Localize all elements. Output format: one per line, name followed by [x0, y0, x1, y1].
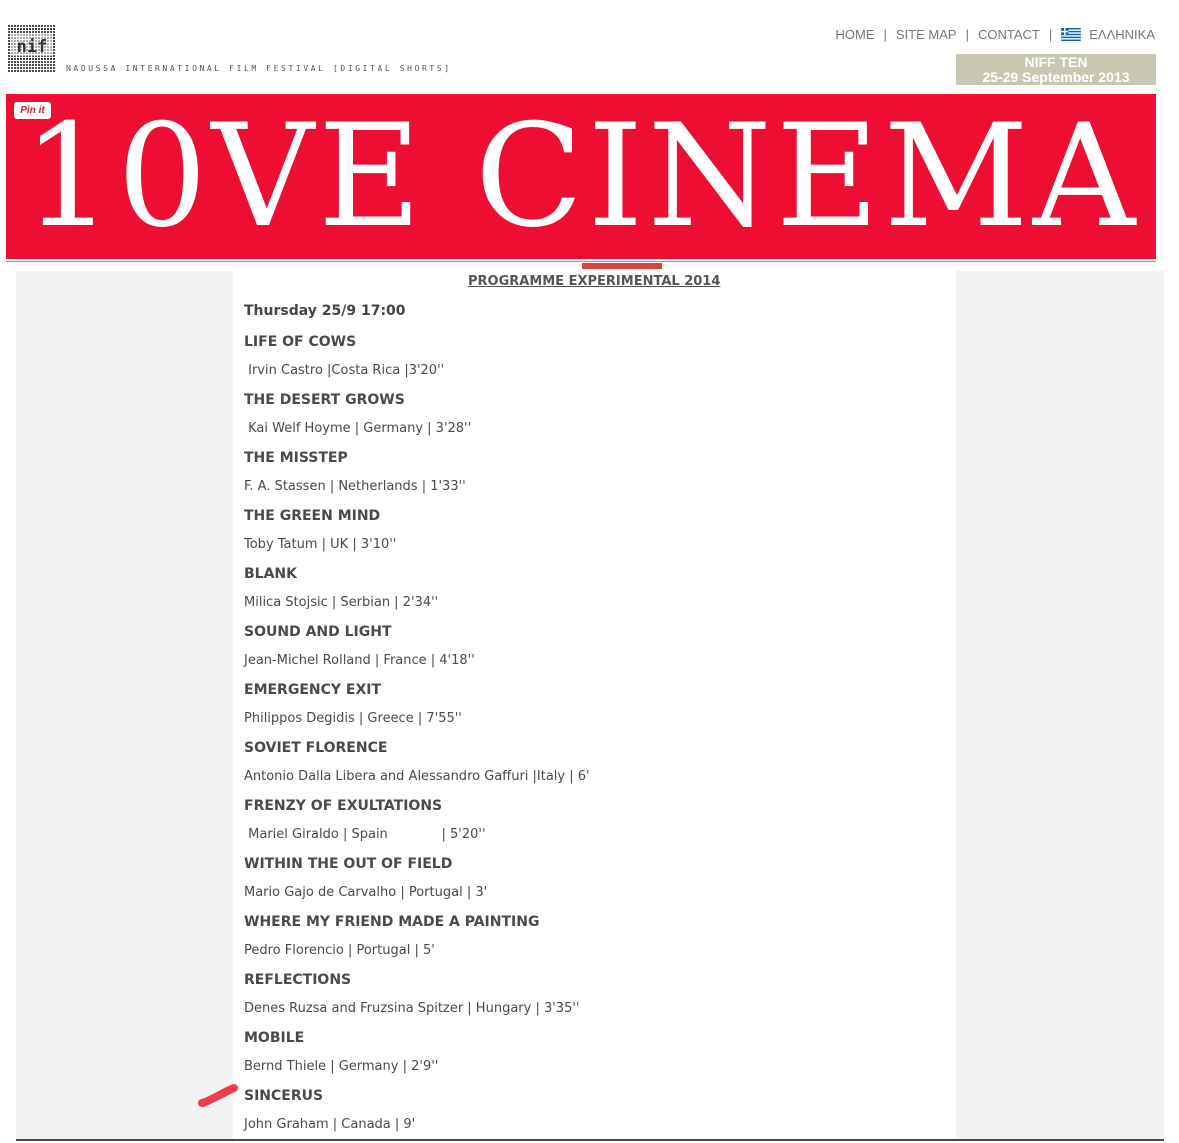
- film-title: THE MISSTEP: [244, 450, 348, 466]
- nav-separator: |: [1048, 27, 1053, 42]
- film-entry: WHERE MY FRIEND MADE A PAINTING Pedro Flo…: [244, 912, 539, 961]
- film-entry: LIFE OF COWS Irvin Castro |Costa Rica |3…: [244, 332, 444, 381]
- film-entry: BLANK Milica Stojsic | Serbian | 2'34'': [244, 564, 438, 613]
- film-credits: Denes Ruzsa and Fruzsina Spitzer | Hunga…: [244, 1001, 580, 1016]
- film-credits: Toby Tatum | UK | 3'10'': [244, 537, 397, 552]
- hero-banner: 10VE CINEMA Pin it: [6, 94, 1156, 259]
- film-credits: F. A. Stassen | Netherlands | 1'33'': [244, 479, 466, 494]
- film-title: WITHIN THE OUT OF FIELD: [244, 856, 453, 872]
- film-entry: THE DESERT GROWS Kai Welf Hoyme | German…: [244, 390, 471, 439]
- film-credits: Kai Welf Hoyme | Germany | 3'28'': [244, 421, 472, 436]
- film-title: EMERGENCY EXIT: [244, 682, 382, 698]
- top-navigation: HOME | SITE MAP | CONTACT | ΕΛΛΗΝΙΚΑ: [835, 27, 1155, 42]
- film-title: MOBILE: [244, 1030, 305, 1046]
- nav-site-map[interactable]: SITE MAP: [896, 27, 957, 42]
- film-entry: SOVIET FLORENCE Antonio Dalla Libera and …: [244, 738, 590, 787]
- film-entry: WITHIN THE OUT OF FIELD Mario Gajo de Car…: [244, 854, 487, 903]
- film-credits: Antonio Dalla Libera and Alessandro Gaff…: [244, 769, 590, 784]
- film-title: FRENZY OF EXULTATIONS: [244, 798, 443, 814]
- right-sidebar: [956, 271, 1164, 1139]
- nav-separator: |: [883, 27, 887, 42]
- screening-day: Thursday 25/9 17:00: [244, 303, 406, 319]
- film-title: LIFE OF COWS: [244, 334, 357, 350]
- film-entry: SINCERUS John Graham | Canada | 9': [244, 1086, 415, 1135]
- badge-line-1: NIFF TEN: [1024, 54, 1088, 70]
- programme-title[interactable]: PROGRAMME EXPERIMENTAL 2014: [468, 274, 720, 289]
- film-title: SINCERUS: [244, 1088, 324, 1104]
- film-entry: REFLECTIONS Denes Ruzsa and Fruzsina Spit…: [244, 970, 580, 1019]
- nav-contact[interactable]: CONTACT: [978, 27, 1040, 42]
- film-entry: MOBILE Bernd Thiele | Germany | 2'9'': [244, 1028, 438, 1077]
- film-title: SOVIET FLORENCE: [244, 740, 388, 756]
- svg-text:nif: nif: [17, 37, 48, 57]
- film-entry: SOUND AND LIGHT Jean-Michel Rolland | Fra…: [244, 622, 475, 671]
- film-credits: Mariel Giraldo | Spain | 5'20'': [244, 827, 486, 842]
- film-title: REFLECTIONS: [244, 972, 352, 988]
- pinit-button[interactable]: Pin it: [14, 102, 51, 119]
- film-credits: Irvin Castro |Costa Rica |3'20'': [244, 363, 445, 378]
- niff-logo[interactable]: nif: [8, 25, 56, 73]
- film-credits: John Graham | Canada | 9': [244, 1117, 416, 1132]
- film-credits: Bernd Thiele | Germany | 2'9'': [244, 1059, 439, 1074]
- nav-separator: |: [965, 27, 969, 42]
- film-title: SOUND AND LIGHT: [244, 624, 392, 640]
- film-credits: Milica Stojsic | Serbian | 2'34'': [244, 595, 439, 610]
- left-sidebar: [16, 271, 233, 1139]
- header-divider: [6, 261, 1156, 262]
- greek-flag-icon[interactable]: [1061, 28, 1081, 41]
- film-credits: Pedro Florencio | Portugal | 5': [244, 943, 435, 958]
- film-title: THE GREEN MIND: [244, 508, 381, 524]
- film-title: BLANK: [244, 566, 297, 582]
- red-marker-stroke: [198, 1084, 238, 1107]
- film-credits: Philippos Degidis | Greece | 7'55'': [244, 711, 462, 726]
- accent-bar: [582, 263, 662, 269]
- film-credits: Jean-Michel Rolland | France | 4'18'': [244, 653, 475, 668]
- badge-line-2: 25-29 September 2013: [982, 69, 1130, 85]
- nav-home[interactable]: HOME: [835, 27, 874, 42]
- niff-logo-icon: nif: [8, 25, 56, 73]
- banner-title: 10VE CINEMA: [22, 94, 1140, 259]
- film-entry: THE MISSTEP F. A. Stassen | Netherlands |…: [244, 448, 466, 497]
- film-credits: Mario Gajo de Carvalho | Portugal | 3': [244, 885, 488, 900]
- film-entry: EMERGENCY EXIT Philippos Degidis | Greece…: [244, 680, 462, 729]
- nav-greek-language[interactable]: ΕΛΛΗΝΙΚΑ: [1089, 27, 1155, 42]
- niff-ten-badge[interactable]: NIFF TEN 25-29 September 2013: [956, 54, 1156, 85]
- film-entry: THE GREEN MIND Toby Tatum | UK | 3'10'': [244, 506, 396, 555]
- film-title: THE DESERT GROWS: [244, 392, 405, 408]
- festival-tagline: NAOUSSA INTERNATIONAL FILM FESTIVAL [DIG…: [66, 64, 452, 73]
- footer-divider: [16, 1139, 1164, 1141]
- film-entry: FRENZY OF EXULTATIONS Mariel Giraldo | S…: [244, 796, 486, 845]
- film-title: WHERE MY FRIEND MADE A PAINTING: [244, 914, 540, 930]
